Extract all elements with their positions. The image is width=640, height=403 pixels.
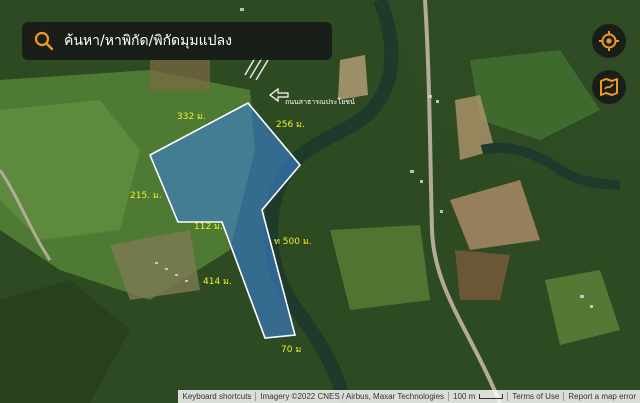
search-bar[interactable]: ค้นหา/หาพิกัด/พิกัดมุมแปลง xyxy=(22,22,332,60)
locate-button[interactable] xyxy=(592,24,626,58)
map-attribution-bar: Keyboard shortcuts Imagery ©2022 CNES / … xyxy=(178,390,640,403)
label-bottom: 70 ม xyxy=(281,345,301,355)
label-top-right: 256 ม. xyxy=(276,120,305,130)
scale-bar xyxy=(479,394,504,399)
road-label: ถนนสาธารณประโยชน์ xyxy=(285,97,355,106)
imagery-credit: Imagery ©2022 CNES / Airbus, Maxar Techn… xyxy=(260,392,445,401)
report-error-link[interactable]: Report a map error xyxy=(564,392,640,401)
map-layers-button[interactable] xyxy=(592,70,626,104)
map-layers-icon xyxy=(600,78,618,96)
label-left: 215. ม. xyxy=(130,191,162,201)
locate-icon xyxy=(599,31,619,51)
label-top-left: 332 ม. xyxy=(177,112,206,122)
search-label: ค้นหา/หาพิกัด/พิกัดมุมแปลง xyxy=(64,33,232,49)
terms-link[interactable]: Terms of Use xyxy=(508,392,563,401)
label-bottom-left: 414 ม. xyxy=(203,277,232,287)
scale-label: 100 m xyxy=(453,392,476,401)
label-inner-step: 112 ม. xyxy=(194,222,223,232)
keyboard-shortcuts-link[interactable]: Keyboard shortcuts xyxy=(178,392,255,401)
search-icon xyxy=(34,31,54,51)
satellite-map[interactable]: 332 ม. 256 ม. 215. ม. 112 ม. ท 500 ม. 41… xyxy=(0,0,640,403)
label-right: ท 500 ม. xyxy=(274,237,312,247)
